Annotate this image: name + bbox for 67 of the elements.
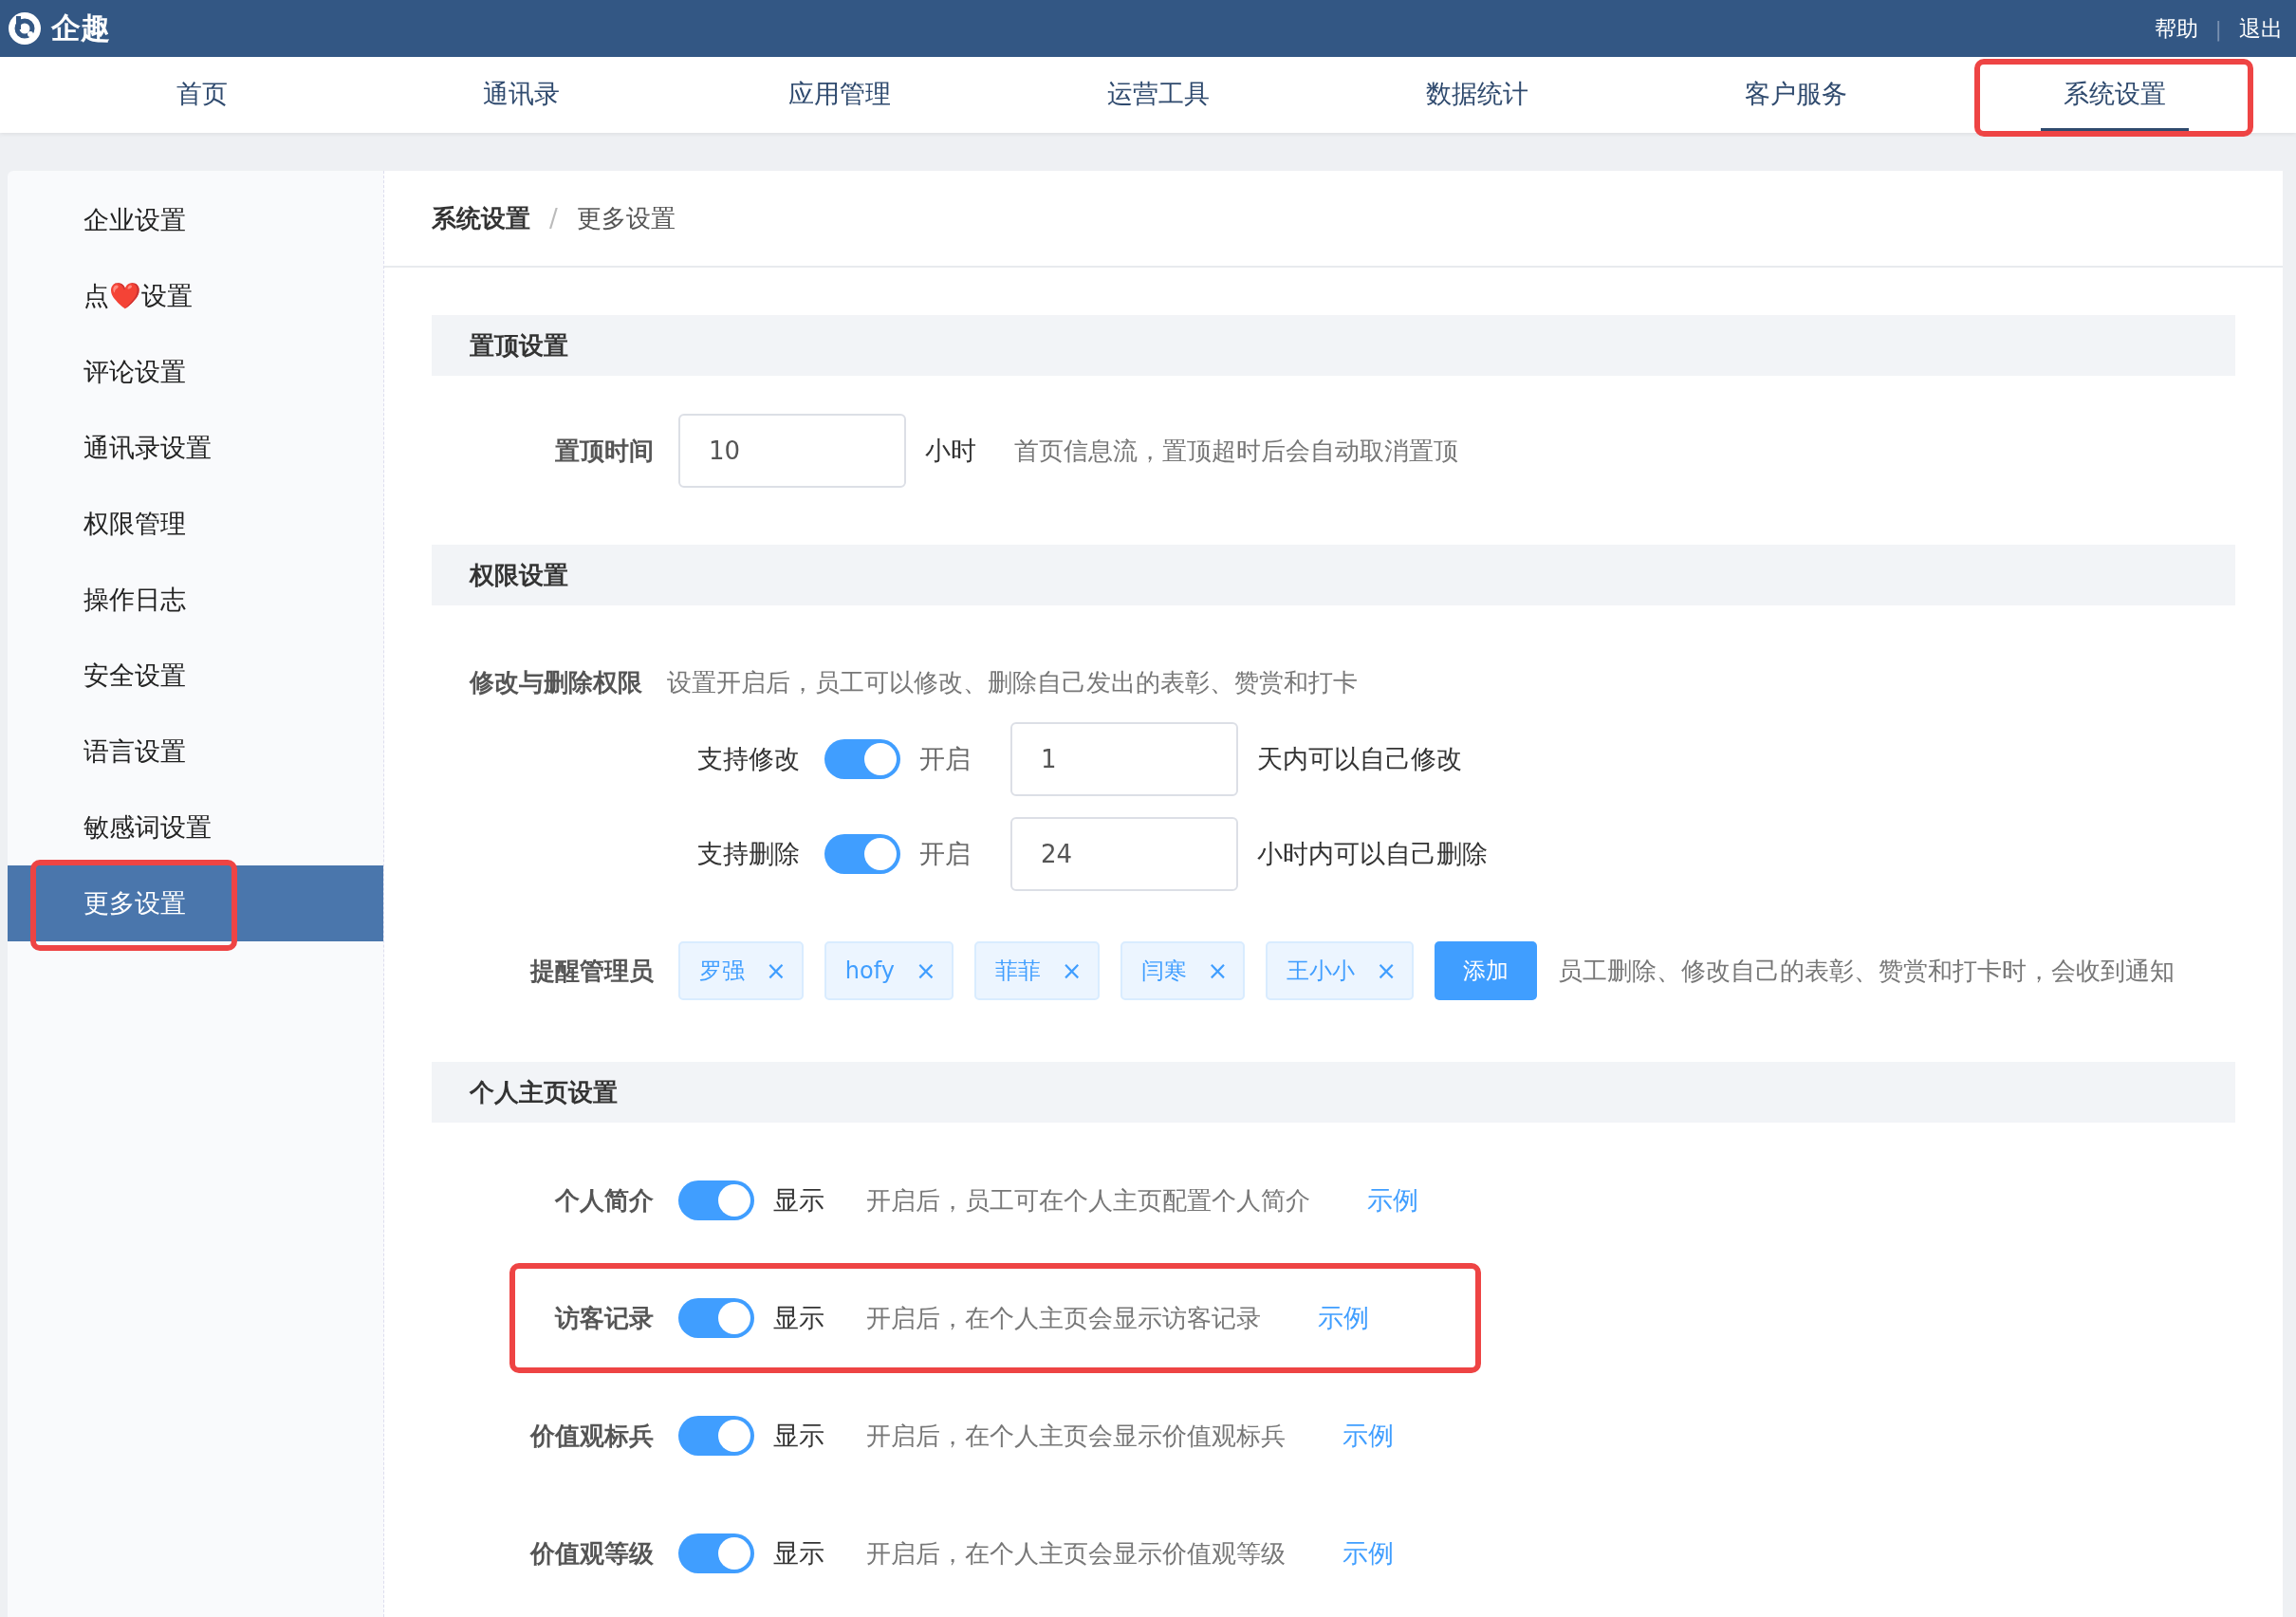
breadcrumb-current: 更多设置: [576, 202, 676, 234]
section-header: 权限设置: [432, 545, 2235, 605]
nav-tab[interactable]: 数据统计: [1403, 59, 1551, 131]
header-link[interactable]: 帮助: [2154, 13, 2198, 44]
hint-text: 员工删除、修改自己的表彰、赞赏和打卡时，会收到通知: [1558, 955, 2176, 987]
hint-text: 设置开启后，员工可以修改、删除自己发出的表彰、赞赏和打卡: [667, 667, 1358, 698]
field-label: 价值观等级: [528, 1537, 655, 1570]
toggle-switch[interactable]: [678, 1416, 754, 1456]
logo-text: 企趣: [51, 9, 110, 46]
input-field[interactable]: 24: [1010, 817, 1238, 891]
nav-tab[interactable]: 客户服务: [1722, 59, 1870, 131]
nav-tab[interactable]: 首页: [154, 59, 250, 131]
section-header: 置顶设置: [432, 315, 2235, 376]
hint-text: 开启后，在个人主页会显示价值观标兵: [866, 1420, 1286, 1452]
nav-tab[interactable]: 运营工具: [1084, 59, 1232, 131]
sidebar-item[interactable]: 通讯录设置: [8, 410, 383, 486]
link-divider: |: [2214, 16, 2222, 41]
sidebar-item[interactable]: 更多设置: [8, 865, 383, 941]
toggle-switch[interactable]: [824, 739, 900, 779]
hint-text: 开启后，在个人主页会显示访客记录: [866, 1302, 1261, 1334]
toggle-switch[interactable]: [678, 1533, 754, 1573]
field-label: 访客记录: [553, 1302, 655, 1334]
toggle-switch[interactable]: [678, 1180, 754, 1220]
toggle-switch[interactable]: [824, 834, 900, 874]
sidebar-item[interactable]: 点❤设置: [8, 258, 383, 334]
state-label: 显示: [773, 1302, 824, 1334]
nav-tab[interactable]: 通讯录: [459, 59, 583, 131]
header-link[interactable]: 退出: [2239, 13, 2283, 44]
hint-text: 开启后，在个人主页会显示价值观等级: [866, 1537, 1286, 1570]
breadcrumb-link[interactable]: 系统设置: [432, 201, 530, 235]
state-label: 开启: [919, 743, 972, 775]
tag-name: 罗强: [699, 957, 745, 986]
sidebar-item[interactable]: 评论设置: [8, 334, 383, 410]
section-header: 个人主页设置: [432, 1062, 2235, 1123]
hint-text: 首页信息流，置顶超时后会自动取消置顶: [1014, 435, 1458, 467]
option-label: 支持删除: [696, 838, 801, 870]
sidebar-item[interactable]: 权限管理: [8, 486, 383, 562]
field-label: 提醒管理员: [528, 955, 655, 987]
state-label: 开启: [919, 838, 972, 870]
unit-label: 天内可以自己修改: [1257, 743, 1462, 775]
nav-tab[interactable]: 应用管理: [766, 59, 914, 131]
tag-name: 菲菲: [994, 957, 1041, 986]
sidebar-item[interactable]: 敏感词设置: [8, 790, 383, 865]
sidebar-item[interactable]: 企业设置: [8, 182, 383, 258]
state-label: 显示: [773, 1537, 824, 1570]
field-label: 价值观标兵: [528, 1420, 655, 1452]
sidebar-item[interactable]: 操作日志: [8, 562, 383, 638]
input-field[interactable]: 1: [1010, 722, 1238, 796]
breadcrumb-separator: /: [549, 204, 558, 232]
toggle-switch[interactable]: [678, 1298, 754, 1338]
logo-icon: [8, 11, 42, 46]
state-label: 显示: [773, 1184, 824, 1217]
input-field[interactable]: 10: [678, 414, 906, 488]
field-label: 修改与删除权限: [470, 667, 642, 698]
field-label: 置顶时间: [554, 435, 655, 467]
sidebar-item[interactable]: 语言设置: [8, 714, 383, 790]
sidebar-item[interactable]: 安全设置: [8, 638, 383, 714]
state-label: 显示: [773, 1420, 824, 1452]
unit-label: 小时内可以自己删除: [1257, 838, 1488, 870]
tag-name: 闫寒: [1140, 957, 1187, 986]
option-label: 支持修改: [696, 743, 801, 775]
tag-name: hofy: [844, 957, 895, 984]
tag-name: 王小小: [1287, 957, 1356, 986]
field-label: 个人简介: [554, 1184, 655, 1217]
unit-label: 小时: [925, 435, 976, 467]
hint-text: 开启后，员工可在个人主页配置个人简介: [866, 1184, 1310, 1217]
nav-tab[interactable]: 系统设置: [2041, 59, 2189, 131]
